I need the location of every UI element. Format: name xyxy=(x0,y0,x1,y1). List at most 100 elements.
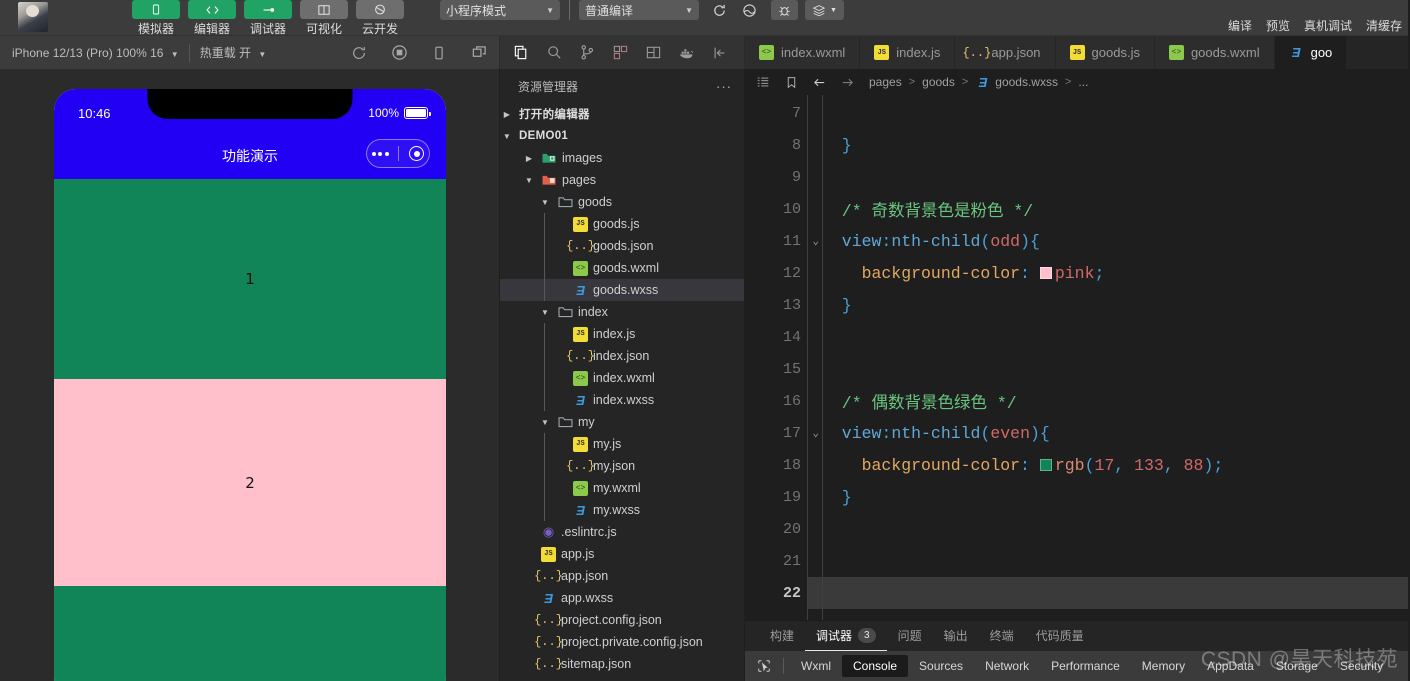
outline-icon[interactable] xyxy=(753,75,773,89)
top-action-3[interactable]: 清缓存 xyxy=(1366,17,1402,34)
tool-button-2[interactable]: 调试器 xyxy=(244,0,292,37)
hot-reload-toggle[interactable]: 热重载 开 ▼ xyxy=(190,44,277,61)
tree-item-index-js[interactable]: ▶ JS index.js xyxy=(500,323,744,345)
tree-project-root[interactable]: ▼ DEMO01 xyxy=(500,125,744,147)
tree-item-images[interactable]: ▶ images xyxy=(500,147,744,169)
breadcrumb-segment-1[interactable]: goods xyxy=(922,75,955,89)
tree-item-project-config-json[interactable]: ▶ {..} project.config.json xyxy=(500,609,744,631)
collapse-sidebar-icon[interactable] xyxy=(703,36,736,69)
device-select[interactable]: iPhone 12/13 (Pro) 100% 16 ▼ xyxy=(0,46,189,60)
tree-item-my-js[interactable]: ▶ JS my.js xyxy=(500,433,744,455)
tree-item--eslintrc-js[interactable]: ▶ ◉ .eslintrc.js xyxy=(500,521,744,543)
more-icon[interactable] xyxy=(371,151,389,156)
multi-window-icon[interactable] xyxy=(459,36,499,69)
capsule-button[interactable] xyxy=(366,139,430,168)
code-line-17[interactable]: view: nth-child(even){ xyxy=(808,417,1410,449)
tree-item-app-js[interactable]: ▶ JS app.js xyxy=(500,543,744,565)
compile-refresh-icon[interactable] xyxy=(704,0,734,20)
code-line-8[interactable]: } xyxy=(808,129,1410,161)
devtools-tab-3[interactable]: Network xyxy=(974,655,1040,677)
panel-tab-0[interactable]: 构建 xyxy=(759,621,805,651)
panel-tab-1[interactable]: 调试器 3 xyxy=(805,621,887,651)
layout-icon[interactable] xyxy=(637,36,670,69)
breadcrumb-segment-0[interactable]: pages xyxy=(869,75,902,89)
tree-item-my-wxss[interactable]: ▶ Ǝ my.wxss xyxy=(500,499,744,521)
tree-item-goods[interactable]: ▼ goods xyxy=(500,191,744,213)
breadcrumb-segment-2[interactable]: Ǝgoods.wxss xyxy=(975,75,1058,90)
breadcrumb-segment-3[interactable]: ... xyxy=(1078,75,1088,89)
top-action-0[interactable]: 编译 xyxy=(1228,17,1252,34)
tree-item-goods-js[interactable]: ▶ JS goods.js xyxy=(500,213,744,235)
code-line-15[interactable] xyxy=(808,353,1410,385)
editor-tab-0[interactable]: <> index.wxml xyxy=(745,36,861,69)
tree-item-index[interactable]: ▼ index xyxy=(500,301,744,323)
devtools-tab-5[interactable]: Memory xyxy=(1131,655,1196,677)
explorer-more-icon[interactable]: ··· xyxy=(716,79,732,94)
code-area[interactable]: 7 8 9 10 11 ⌄ 12 13 14 15 16 17 ⌄ 18 19 20 21 22 } /* 奇数背… xyxy=(745,95,1410,620)
record-icon[interactable] xyxy=(379,36,419,69)
forward-icon[interactable] xyxy=(837,75,857,90)
color-swatch[interactable] xyxy=(1039,267,1052,279)
source-control-icon[interactable] xyxy=(571,36,604,69)
tool-button-1[interactable]: 编辑器 xyxy=(188,0,236,37)
phone-cell-0[interactable]: 1 xyxy=(54,179,446,379)
panel-tab-3[interactable]: 输出 xyxy=(933,621,979,651)
tree-item-project-private-config-json[interactable]: ▶ {..} project.private.config.json xyxy=(500,631,744,653)
devtools-tab-8[interactable]: Security xyxy=(1329,655,1394,677)
editor-tab-2[interactable]: {..} app.json xyxy=(955,36,1056,69)
code-lines[interactable]: } /* 奇数背景色是粉色 */ view: nth-child(odd){ ba… xyxy=(807,95,1410,620)
code-line-14[interactable] xyxy=(808,321,1410,353)
editor-tab-5[interactable]: Ǝgoo xyxy=(1274,36,1348,69)
code-line-16[interactable]: /* 偶数背景色绿色 */ xyxy=(808,385,1410,417)
code-line-21[interactable] xyxy=(808,545,1410,577)
tree-item-pages[interactable]: ▼ pages xyxy=(500,169,744,191)
remote-debug-button[interactable] xyxy=(771,0,798,20)
editor-tab-4[interactable]: <> goods.wxml xyxy=(1154,36,1275,69)
tree-item-goods-json[interactable]: ▶ {..} goods.json xyxy=(500,235,744,257)
bookmark-icon[interactable] xyxy=(781,76,801,89)
tree-item-goods-wxss[interactable]: ▶ Ǝ goods.wxss xyxy=(500,279,744,301)
phone-cell-1[interactable]: 2 xyxy=(54,379,446,586)
color-swatch[interactable] xyxy=(1039,459,1052,471)
editor-tab-1[interactable]: JS index.js xyxy=(860,36,956,69)
explorer-icon[interactable] xyxy=(505,36,538,69)
top-action-1[interactable]: 预览 xyxy=(1266,17,1290,34)
tree-item-my-json[interactable]: ▶ {..} my.json xyxy=(500,455,744,477)
tree-item-app-wxss[interactable]: ▶ Ǝ app.wxss xyxy=(500,587,744,609)
code-line-22[interactable] xyxy=(808,577,1410,609)
code-line-20[interactable] xyxy=(808,513,1410,545)
code-line-9[interactable] xyxy=(808,161,1410,193)
mode-select[interactable]: 小程序模式 ▼ xyxy=(440,0,560,20)
tree-item-index-wxss[interactable]: ▶ Ǝ index.wxss xyxy=(500,389,744,411)
tree-open-editors[interactable]: ▶ 打开的编辑器 xyxy=(500,103,744,125)
tree-item-app-json[interactable]: ▶ {..} app.json xyxy=(500,565,744,587)
panel-tab-2[interactable]: 问题 xyxy=(887,621,933,651)
editor-tab-3[interactable]: JS goods.js xyxy=(1055,36,1155,69)
devtools-tab-7[interactable]: Storage xyxy=(1265,655,1329,677)
phone-cell-2[interactable] xyxy=(54,586,446,681)
code-line-13[interactable]: } xyxy=(808,289,1410,321)
tool-button-3[interactable]: 可视化 xyxy=(300,0,348,37)
code-line-11[interactable]: view: nth-child(odd){ xyxy=(808,225,1410,257)
code-line-18[interactable]: background-color: rgb(17, 133, 88); xyxy=(808,449,1410,481)
avatar[interactable] xyxy=(18,2,48,32)
search-icon[interactable] xyxy=(538,36,571,69)
close-target-icon[interactable] xyxy=(409,146,425,161)
tree-item-sitemap-json[interactable]: ▶ {..} sitemap.json xyxy=(500,653,744,675)
tree-item-index-json[interactable]: ▶ {..} index.json xyxy=(500,345,744,367)
refresh-icon[interactable] xyxy=(339,36,379,69)
code-line-19[interactable]: } xyxy=(808,481,1410,513)
code-line-7[interactable] xyxy=(808,97,1410,129)
devtools-tab-2[interactable]: Sources xyxy=(908,655,974,677)
compile-select[interactable]: 普通编译 ▼ xyxy=(579,0,699,20)
panel-tab-5[interactable]: 代码质量 xyxy=(1025,621,1095,651)
tree-item-goods-wxml[interactable]: ▶ <> goods.wxml xyxy=(500,257,744,279)
devtools-tab-4[interactable]: Performance xyxy=(1040,655,1131,677)
docker-icon[interactable] xyxy=(670,36,703,69)
back-icon[interactable] xyxy=(809,75,829,90)
tool-button-0[interactable]: 模拟器 xyxy=(132,0,180,37)
extensions-icon[interactable] xyxy=(604,36,637,69)
panel-tab-4[interactable]: 终端 xyxy=(979,621,1025,651)
preview-icon[interactable] xyxy=(734,0,764,20)
code-line-12[interactable]: background-color: pink; xyxy=(808,257,1410,289)
